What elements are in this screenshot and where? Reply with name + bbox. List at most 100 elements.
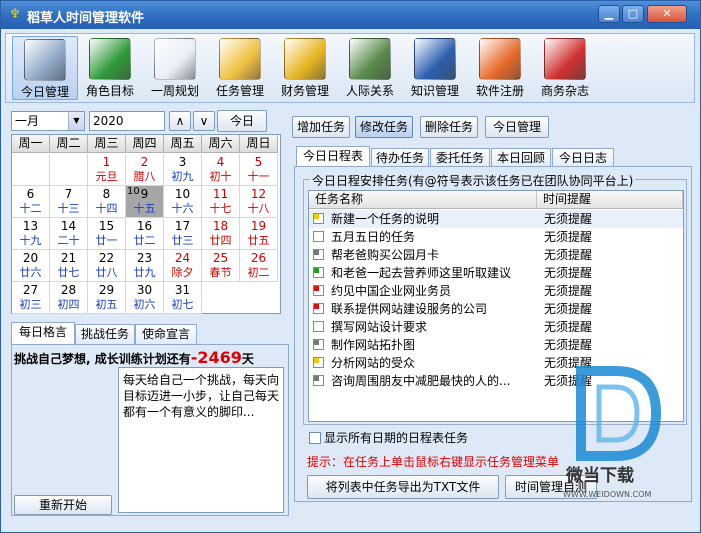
column-header-remind[interactable]: 时间提醒 <box>537 191 683 209</box>
toolbar-button-6[interactable]: 知识管理 <box>402 36 468 100</box>
task-row[interactable]: 约见中国企业网业务员 无须提醒 <box>309 282 683 300</box>
calendar-day[interactable]: 10 十六 <box>164 186 202 218</box>
calendar-day[interactable]: 3 初九 <box>164 154 202 186</box>
toolbar-button-5[interactable]: 人际关系 <box>337 36 403 100</box>
calendar-day[interactable]: 2 腊八 <box>126 154 164 186</box>
calendar-day[interactable]: 8 十四 <box>88 186 126 218</box>
year-up-button[interactable]: ∧ <box>169 111 191 131</box>
task-flag-icon <box>313 375 324 386</box>
minimize-button[interactable]: ▁ <box>598 5 620 23</box>
toolbar-button-8[interactable]: 商务杂志 <box>532 36 598 100</box>
calendar-day[interactable]: 12 十八 <box>240 186 278 218</box>
title-bar[interactable]: ♆ 稻草人时间管理软件 ▁ □ ✕ <box>1 1 700 29</box>
tab-review[interactable]: 本日回顾 <box>491 148 551 168</box>
calendar-day[interactable]: 28 初四 <box>50 282 88 314</box>
edit-task-button[interactable]: 修改任务 <box>355 116 413 138</box>
calendar-day[interactable]: 1 元旦 <box>88 154 126 186</box>
calendar-day[interactable]: 29 初五 <box>88 282 126 314</box>
main-toolbar: 今日管理 角色目标 一周规划 任务管理 财务管理 人际关系 知识管理 软件注册 商务杂志 <box>5 33 695 103</box>
calendar-day[interactable]: 15 廿一 <box>88 218 126 250</box>
flag-color-icon <box>314 250 319 255</box>
toolbar-label: 任务管理 <box>215 84 264 98</box>
calendar-day[interactable]: 26 初二 <box>240 250 278 282</box>
close-button[interactable]: ✕ <box>647 5 687 23</box>
lunar-date: 初六 <box>133 298 156 311</box>
calendar-day[interactable]: 31 初七 <box>164 282 202 314</box>
month-select[interactable]: 一月 ▼ <box>11 111 85 131</box>
lunar-date: 廿二 <box>133 234 156 247</box>
left-panel: 一月 ▼ 2020 ∧ ∨ 今日 周一 周二 周三 周四 周五 周六 周日 1 元旦 2 腊八 3 初九… <box>11 108 289 518</box>
toolbar-button-1[interactable]: 角色目标 <box>77 36 143 100</box>
calendar-day[interactable]: 6 十二 <box>12 186 50 218</box>
right-panel: 增加任务 修改任务 删除任务 今日管理 今日日程表 待办任务 委托任务 本日回顾… <box>292 108 696 518</box>
today-button[interactable]: 今日 <box>217 110 267 132</box>
toolbar-button-3[interactable]: 任务管理 <box>207 36 273 100</box>
tab-todo[interactable]: 待办任务 <box>371 148 429 168</box>
calendar-day[interactable]: 18 廿四 <box>202 218 240 250</box>
task-row[interactable]: 撰写网站设计要求 无须提醒 <box>309 318 683 336</box>
org-chart-icon <box>219 38 261 80</box>
checkbox-box[interactable] <box>309 432 321 444</box>
task-row[interactable]: 和老爸一起去营养师这里听取建议 无须提醒 <box>309 264 683 282</box>
delete-task-button[interactable]: 删除任务 <box>420 116 478 138</box>
day-number: 25 <box>212 251 229 265</box>
export-txt-button[interactable]: 将列表中任务导出为TXT文件 <box>307 475 499 499</box>
calendar-day[interactable]: 16 廿二 <box>126 218 164 250</box>
toolbar-button-7[interactable]: 软件注册 <box>467 36 533 100</box>
tab-challenge[interactable]: 挑战任务 <box>75 324 135 344</box>
maximize-button[interactable]: □ <box>622 5 644 23</box>
calendar-icon <box>24 39 66 81</box>
year-field[interactable]: 2020 <box>89 111 165 131</box>
day-number: 6 <box>26 187 35 201</box>
task-row[interactable]: 五月五日的任务 无须提醒 <box>309 228 683 246</box>
motto-text[interactable]: 每天给自己一个挑战，每天向目标迈进一小步，让自己每天都有一个有意义的脚印... <box>118 367 284 513</box>
tab-journal[interactable]: 今日日志 <box>552 148 614 168</box>
task-row[interactable]: 帮老爸购买公园月卡 无须提醒 <box>309 246 683 264</box>
calendar-day[interactable]: 7 十三 <box>50 186 88 218</box>
weekday-header: 周六 <box>202 135 240 153</box>
reset-button[interactable]: 重新开始 <box>14 495 112 515</box>
task-list[interactable]: 任务名称 时间提醒 新建一个任务的说明 无须提醒 五月五日的任务 无须提醒 帮老爸购买公… <box>308 190 684 422</box>
task-row[interactable]: 咨询周围朋友中减肥最快的人的... 无须提醒 <box>309 372 683 390</box>
calendar-day[interactable]: 4 初十 <box>202 154 240 186</box>
calendar-day[interactable]: 22 廿八 <box>88 250 126 282</box>
calendar-day[interactable]: 14 二十 <box>50 218 88 250</box>
calendar-day[interactable]: 20 廿六 <box>12 250 50 282</box>
task-name: 联系提供网站建设服务的公司 <box>331 302 488 316</box>
task-row[interactable]: 新建一个任务的说明 无须提醒 <box>309 210 683 228</box>
task-remind: 无须提醒 <box>544 284 593 298</box>
calendar-day[interactable]: 19 廿五 <box>240 218 278 250</box>
today-manage-button[interactable]: 今日管理 <box>485 116 549 138</box>
calendar-day[interactable]: 27 初三 <box>12 282 50 314</box>
today-marker: 10 <box>127 186 140 197</box>
calendar-day[interactable]: 25 春节 <box>202 250 240 282</box>
tab-mission[interactable]: 使命宣言 <box>135 324 197 344</box>
tab-today-schedule[interactable]: 今日日程表 <box>296 146 370 168</box>
calendar-day[interactable]: 23 廿九 <box>126 250 164 282</box>
show-all-checkbox[interactable]: 显示所有日期的日程表任务 <box>309 429 468 446</box>
calendar-day[interactable]: 21 廿七 <box>50 250 88 282</box>
calendar-day[interactable]: 24 除夕 <box>164 250 202 282</box>
lunar-date: 十五 <box>133 202 156 215</box>
add-task-button[interactable]: 增加任务 <box>292 116 350 138</box>
calendar-day[interactable]: 5 十一 <box>240 154 278 186</box>
tab-delegated[interactable]: 委托任务 <box>430 148 490 168</box>
calendar-day[interactable]: 30 初六 <box>126 282 164 314</box>
toolbar-button-2[interactable]: 一周规划 <box>142 36 208 100</box>
day-number: 3 <box>178 155 187 169</box>
task-row[interactable]: 分析网站的受众 无须提醒 <box>309 354 683 372</box>
lunar-date: 初五 <box>95 298 118 311</box>
calendar-day[interactable]: 10 9 十五 <box>126 186 164 218</box>
year-down-button[interactable]: ∨ <box>193 111 215 131</box>
task-row[interactable]: 联系提供网站建设服务的公司 无须提醒 <box>309 300 683 318</box>
time-test-button[interactable]: 时间管理自测 <box>505 475 597 499</box>
lunar-date: 十一 <box>247 170 270 183</box>
calendar-day[interactable]: 11 十七 <box>202 186 240 218</box>
tab-daily-motto[interactable]: 每日格言 <box>11 322 75 344</box>
toolbar-button-0[interactable]: 今日管理 <box>12 36 78 100</box>
column-header-name[interactable]: 任务名称 <box>309 191 537 209</box>
task-row[interactable]: 制作网站拓扑图 无须提醒 <box>309 336 683 354</box>
calendar-day[interactable]: 13 十九 <box>12 218 50 250</box>
toolbar-button-4[interactable]: 财务管理 <box>272 36 338 100</box>
calendar-day[interactable]: 17 廿三 <box>164 218 202 250</box>
